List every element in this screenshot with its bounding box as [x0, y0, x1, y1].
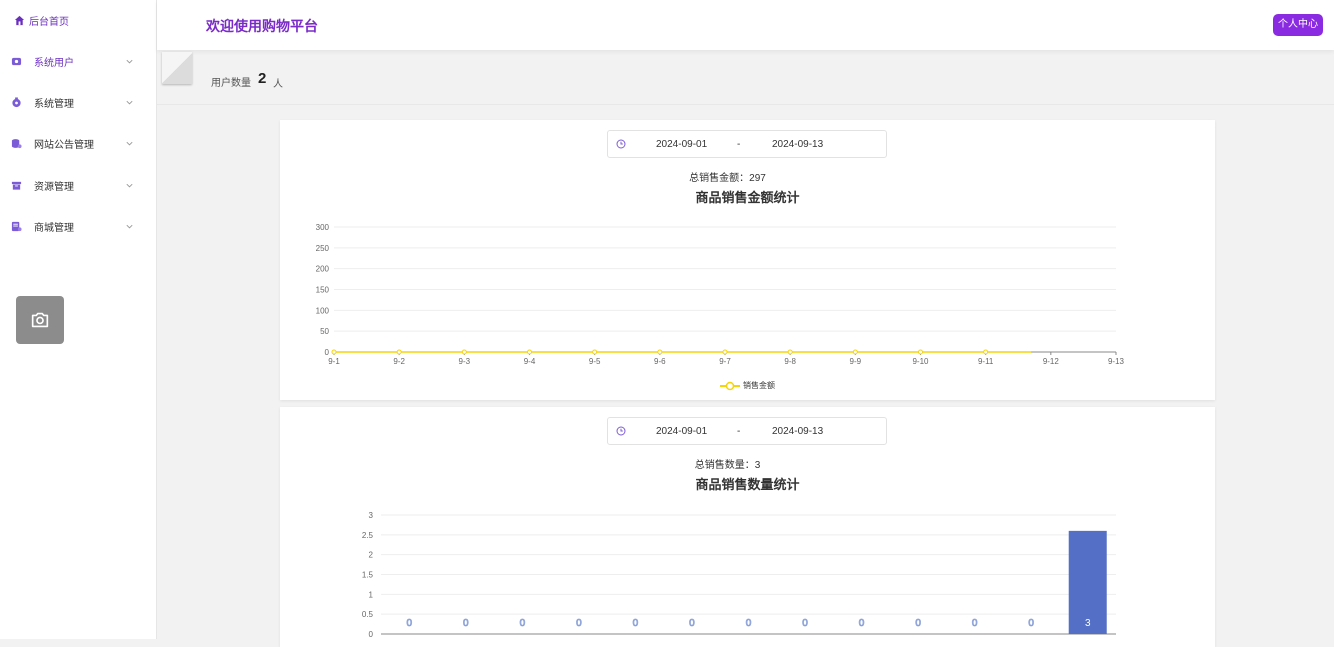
- sidebar-item-system-management[interactable]: 系统管理: [0, 91, 156, 113]
- x-tick-label: 9-11: [978, 357, 994, 366]
- chevron-down-icon: [126, 224, 133, 228]
- chevron-down-icon: [126, 141, 133, 145]
- y-tick-label: 0: [325, 348, 330, 357]
- resource-icon: [11, 180, 22, 191]
- sidebar-item-label: 资源管理: [34, 181, 74, 193]
- sidebar-item-label: 商城管理: [34, 222, 74, 234]
- sidebar-item-label: 系统管理: [34, 98, 74, 110]
- user-icon: [11, 56, 22, 67]
- x-tick-label: 9-1: [328, 357, 340, 366]
- bar-value-label: 0: [633, 618, 639, 629]
- avatar: [162, 52, 192, 84]
- system-icon: [11, 96, 22, 108]
- data-point: [983, 349, 989, 355]
- sales-amount-card: 2024-09-01 - 2024-09-13 总销售金额：297 商品销售金额…: [280, 120, 1215, 400]
- y-tick-label: 250: [316, 244, 330, 253]
- bar-value-label: 0: [576, 618, 582, 629]
- bar-value-label: 3: [1085, 618, 1091, 629]
- data-point: [722, 349, 728, 355]
- y-tick-label: 2: [369, 551, 374, 560]
- bar-value-label: 0: [859, 618, 865, 629]
- sales-count-bar-chart: 0 0.5 1 1.5 2 2.5 3 0 0 0 0 0 0 0 0 0 0 0 0 3: [362, 511, 1116, 639]
- x-tick-label: 9-8: [784, 357, 796, 366]
- bar-value-label: 0: [406, 618, 412, 629]
- y-tick-label: 50: [320, 327, 329, 336]
- chart-legend[interactable]: 销售金额: [720, 380, 775, 391]
- x-tick-label: 9-7: [719, 357, 731, 366]
- camera-icon: [31, 312, 49, 328]
- x-tick-label: 9-6: [654, 357, 666, 366]
- sidebar-item-label: 网站公告管理: [34, 139, 94, 151]
- bar-value-label: 0: [915, 618, 921, 629]
- user-count-value: 2: [258, 70, 267, 87]
- user-count-unit: 人: [273, 79, 283, 90]
- y-tick-label: 300: [316, 223, 330, 232]
- bar-value-label: 0: [520, 618, 526, 629]
- mall-icon: [11, 221, 22, 232]
- data-point: [592, 349, 598, 355]
- data-point: [918, 349, 923, 355]
- data-point: [396, 349, 402, 355]
- y-tick-label: 0.5: [362, 610, 374, 619]
- y-tick-label: 1: [369, 590, 374, 599]
- data-point: [657, 349, 663, 355]
- x-tick-label: 9-4: [524, 357, 536, 366]
- page-title: 欢迎使用购物平台: [206, 18, 318, 34]
- sidebar-item-resource-management[interactable]: 资源管理: [0, 174, 156, 196]
- user-count-label: 用户数量: [211, 78, 251, 89]
- chevron-down-icon: [126, 183, 133, 187]
- home-icon: [14, 15, 25, 25]
- sidebar-home-label: 后台首页: [29, 16, 69, 28]
- x-tick-label: 9-13: [1108, 357, 1125, 366]
- y-tick-label: 100: [316, 306, 330, 315]
- bar-value-label: 0: [689, 618, 695, 629]
- sidebar-item-notice-management[interactable]: 网站公告管理: [0, 132, 156, 154]
- bar-value-label: 0: [1028, 618, 1034, 629]
- x-tick-label: 9-12: [1043, 357, 1060, 366]
- y-tick-label: 2.5: [362, 531, 374, 540]
- x-tick-label: 9-5: [589, 357, 601, 366]
- bar-value-label: 0: [746, 618, 752, 629]
- x-tick-label: 9-3: [459, 357, 471, 366]
- user-center-button[interactable]: 个人中心: [1273, 14, 1323, 36]
- data-point: [852, 349, 858, 355]
- sidebar-item-system-users[interactable]: 系统用户: [0, 50, 156, 72]
- x-tick-label: 9-2: [393, 357, 405, 366]
- legend-marker-icon: [720, 381, 740, 390]
- chevron-down-icon: [126, 100, 133, 104]
- sidebar-home-link[interactable]: 后台首页: [14, 12, 69, 28]
- sales-count-card: 2024-09-01 - 2024-09-13 总销售数量：3 商品销售数量统计…: [280, 407, 1215, 647]
- y-tick-label: 150: [316, 286, 330, 295]
- y-tick-label: 1.5: [362, 571, 374, 580]
- sales-amount-line-chart: 0 50 100 150 200 250 300 9-1 9-2 9-3 9-4 9-5 9-6 9-7 9…: [316, 223, 1125, 366]
- data-point: [461, 349, 467, 355]
- bar-value-label: 0: [802, 618, 808, 629]
- screenshot-button[interactable]: [16, 296, 64, 344]
- sidebar-item-mall-management[interactable]: 商城管理: [0, 215, 156, 237]
- x-tick-label: 9-9: [850, 357, 862, 366]
- y-tick-label: 0: [369, 630, 374, 639]
- legend-label: 销售金额: [743, 381, 775, 390]
- sidebar-item-label: 系统用户: [34, 57, 74, 69]
- notice-icon: [11, 138, 22, 149]
- data-point: [331, 349, 337, 355]
- x-tick-label: 9-10: [912, 357, 929, 366]
- y-tick-label: 3: [369, 511, 374, 520]
- chevron-down-icon: [126, 59, 133, 63]
- bar-value-label: 0: [463, 618, 469, 629]
- sidebar: 后台首页 系统用户 系统管理 网站公告管理 资源管理 商城管理: [0, 0, 157, 639]
- data-point: [787, 349, 793, 355]
- stats-strip: 用户数量 2 人: [157, 50, 1334, 105]
- top-header: 欢迎使用购物平台 个人中心: [157, 0, 1334, 50]
- data-point: [527, 349, 532, 355]
- y-tick-label: 200: [316, 265, 330, 274]
- bar-value-label: 0: [972, 618, 978, 629]
